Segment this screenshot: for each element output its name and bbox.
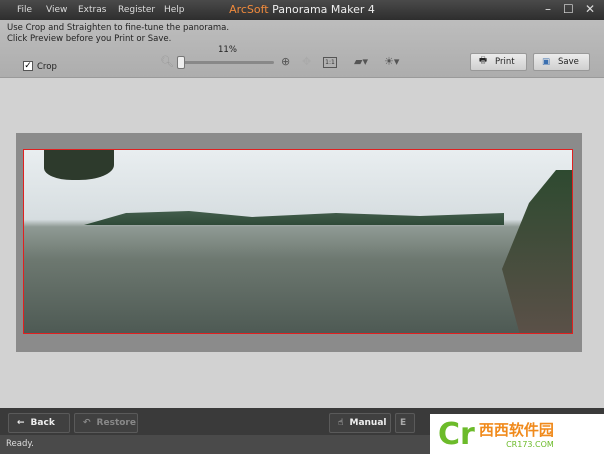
back-button[interactable]: ← Back: [8, 413, 70, 433]
watermark-logo: Cr 西西软件园 CR173.COM: [430, 414, 604, 454]
tree-branch: [44, 150, 114, 180]
zoom-slider-thumb[interactable]: [177, 56, 185, 69]
rotate-menu-icon[interactable]: ▰▾: [354, 55, 368, 68]
save-button[interactable]: ▣ Save: [533, 53, 590, 71]
watermark-text: 西西软件园 CR173.COM: [479, 419, 554, 449]
hint-line-2: Click Preview before you Print or Save.: [7, 34, 172, 44]
print-button[interactable]: 🖶 Print: [470, 53, 527, 71]
save-label: Save: [558, 57, 579, 67]
crop-label: Crop: [37, 62, 57, 72]
print-label: Print: [495, 57, 515, 67]
restore-button[interactable]: ↶ Restore: [74, 413, 138, 433]
brightness-menu-icon[interactable]: ☀▾: [384, 55, 399, 68]
actual-size-icon[interactable]: 1:1: [323, 57, 337, 68]
hint-line-1: Use Crop and Straighten to fine-tune the…: [7, 23, 230, 33]
pier-and-people: [502, 170, 572, 333]
maximize-button[interactable]: ☐: [563, 2, 574, 16]
zoom-in-icon[interactable]: ⊕: [281, 55, 290, 68]
zoom-slider[interactable]: [180, 61, 274, 64]
close-button[interactable]: ✕: [585, 2, 595, 16]
hand-icon: ☝: [338, 418, 344, 428]
next-button[interactable]: E: [395, 413, 415, 433]
watermark-leaf-icon: Cr: [438, 416, 475, 452]
back-label: Back: [30, 418, 55, 428]
panorama-image[interactable]: [23, 149, 573, 334]
watermark-url: CR173.COM: [506, 440, 554, 449]
undo-icon: ↶: [83, 418, 91, 428]
minimize-button[interactable]: –: [545, 2, 551, 16]
printer-icon: 🖶: [479, 56, 488, 66]
export-icon: E: [400, 418, 407, 428]
manual-label: Manual: [349, 418, 387, 428]
watermark-name: 西西软件园: [478, 421, 554, 439]
manual-button[interactable]: ☝ Manual: [329, 413, 391, 433]
arrow-left-icon: ←: [17, 418, 25, 428]
treeline: [84, 211, 504, 225]
restore-label: Restore: [96, 418, 136, 428]
title-bar: File View Extras Register Help ArcSoft P…: [0, 0, 604, 20]
title-text: Panorama Maker 4: [268, 3, 375, 16]
window-title: ArcSoft Panorama Maker 4: [0, 3, 604, 16]
zoom-out-icon[interactable]: 🔍︎: [160, 55, 174, 68]
fit-icon[interactable]: ✥: [302, 55, 311, 68]
crop-checkbox[interactable]: ✓: [23, 61, 33, 71]
title-brand: ArcSoft: [229, 3, 269, 16]
zoom-percent: 11%: [218, 45, 237, 55]
floppy-icon: ▣: [542, 57, 551, 67]
